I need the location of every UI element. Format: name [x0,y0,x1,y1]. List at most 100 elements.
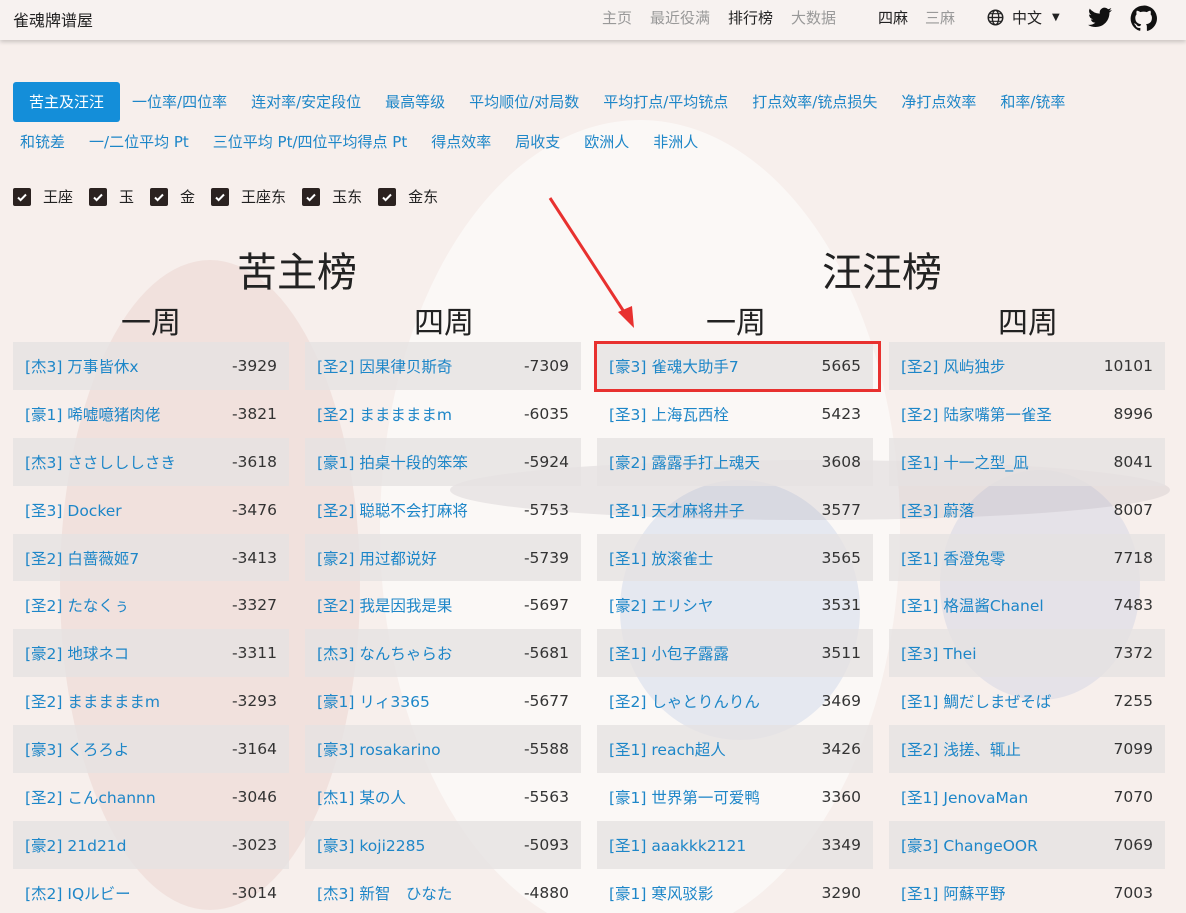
tab-win-efficiency-loss[interactable]: 打点效率/铳点损失 [740,82,889,122]
mode-switch: 四麻 三麻 [878,7,972,28]
player-name-link[interactable]: [圣2] まままままm [317,403,452,425]
tab-rentai-stable-rank[interactable]: 连对率/安定段位 [239,82,373,122]
tab-win-deal-in-rate[interactable]: 和率/铳率 [988,82,1077,122]
player-name-link[interactable]: [圣1] 阿蘇平野 [901,882,1005,904]
player-name-link[interactable]: [豪1] 世界第一可爱鸭 [609,786,760,808]
player-name-link[interactable]: [豪2] エリシヤ [609,594,713,616]
list-item: [圣2] 风屿独步 10101 [889,342,1165,390]
tab-score-efficiency[interactable]: 得点效率 [419,122,503,162]
player-name-link[interactable]: [豪1] 唏嘘噫猪肉佬 [25,403,160,425]
checkbox-checked-icon[interactable] [13,187,31,206]
player-name-link[interactable]: [圣1] aaakkk2121 [609,834,746,856]
player-name-link[interactable]: [杰1] 某の人 [317,786,406,808]
player-name-link[interactable]: [圣2] 聪聪不会打麻将 [317,499,468,521]
player-name-link[interactable]: [豪2] 21d21d [25,834,127,856]
tab-unlucky-players[interactable]: 非洲人 [641,122,710,162]
checkbox-checked-icon[interactable] [378,187,397,206]
list-item: [豪2] 地球ネコ -3311 [13,629,289,678]
player-name-link[interactable]: [圣2] 陆家嘴第一雀圣 [901,403,1052,425]
twitter-icon[interactable] [1087,5,1113,31]
tab-kuzhu-wangwang[interactable]: 苦主及汪汪 [13,82,121,122]
player-name-link[interactable]: [圣1] 放滚雀士 [609,547,713,569]
nav-big-data[interactable]: 大数据 [791,7,836,28]
player-name-link[interactable]: [圣2] 浅搓、辄止 [901,738,1021,760]
player-name-link[interactable]: [圣2] しゃとりんりん [609,690,760,712]
player-name-link[interactable]: [圣1] 香澄兔零 [901,547,1005,569]
kuzhu-week4-title: 四周 [414,306,474,341]
player-name-link[interactable]: [圣2] まままままm [25,690,160,712]
player-name-link[interactable]: [豪3] ChangeOOR [901,834,1038,856]
player-name-link[interactable]: [圣2] 白蔷薇姬7 [25,547,139,569]
player-name-link[interactable]: [杰3] 万事皆休x [25,355,139,377]
filter-throne-east[interactable]: 王座东 [211,186,286,207]
wangwang-week4-title: 四周 [998,306,1058,341]
mode-three-player[interactable]: 三麻 [925,7,955,28]
nav-leaderboard[interactable]: 排行榜 [728,7,773,28]
filter-gold[interactable]: 金 [150,186,195,207]
player-name-link[interactable]: [圣3] Docker [25,499,122,521]
mode-four-player[interactable]: 四麻 [878,7,908,28]
list-item: [圣1] JenovaMan 7070 [889,773,1165,821]
tab-first-second-avg-pt[interactable]: 一/二位平均 Pt [77,122,201,162]
filter-gold-east[interactable]: 金东 [378,186,438,207]
player-name-link[interactable]: [豪2] 露露手打上魂天 [609,451,760,473]
player-name-link[interactable]: [圣1] 小包子露露 [609,642,729,664]
player-name-link[interactable]: [杰3] ささしししさき [25,451,176,473]
player-name-link[interactable]: [圣2] 我是因我是果 [317,594,452,616]
player-name-link[interactable]: [圣2] 因果律贝斯奇 [317,355,452,377]
tab-lucky-players[interactable]: 欧洲人 [572,122,641,162]
tab-avg-rank-games[interactable]: 平均顺位/对局数 [457,82,591,122]
filter-jade-east[interactable]: 玉东 [302,186,362,207]
language-selector[interactable]: 中文 ▼ [987,7,1060,28]
site-brand[interactable]: 雀魂牌谱屋 [13,7,93,31]
player-name-link[interactable]: [圣1] 格温酱Chanel [901,594,1044,616]
player-name-link[interactable]: [圣3] 蔚落 [901,499,974,521]
player-name-link[interactable]: [豪1] 寒风驳影 [609,882,713,904]
player-score: 3577 [821,500,861,519]
list-item: [豪2] 21d21d -3023 [13,820,289,869]
player-name-link[interactable]: [圣1] JenovaMan [901,786,1028,808]
player-name-link[interactable]: [圣1] 鯛だしまぜそば [901,690,1051,712]
nav-home[interactable]: 主页 [602,7,632,28]
player-name-link[interactable]: [豪3] rosakarino [317,738,441,760]
player-name-link[interactable]: [圣3] 上海瓦西栓 [609,403,729,425]
player-name-link[interactable]: [豪1] 拍桌十段的笨笨 [317,451,468,473]
tab-avg-win-deal-in[interactable]: 平均打点/平均铳点 [591,82,740,122]
tab-max-level[interactable]: 最高等级 [373,82,457,122]
tab-round-balance[interactable]: 局收支 [503,122,572,162]
tab-third-fourth-avg-pt[interactable]: 三位平均 Pt/四位平均得点 Pt [201,122,419,162]
checkbox-checked-icon[interactable] [150,187,169,206]
checkbox-checked-icon[interactable] [211,187,230,206]
player-score: -4880 [523,883,569,902]
checkbox-checked-icon[interactable] [302,187,321,206]
github-icon[interactable] [1130,5,1157,32]
player-name-link[interactable]: [杰2] IQルビー [25,882,131,904]
player-name-link[interactable]: [圣1] reach超人 [609,738,726,760]
tab-first-fourth-rate[interactable]: 一位率/四位率 [120,82,239,122]
player-score: -5739 [523,548,569,567]
tab-net-efficiency[interactable]: 净打点效率 [889,82,988,122]
player-name-link[interactable]: [杰3] 新智 ひなた [317,882,452,904]
player-name-link[interactable]: [豪1] リィ3365 [317,690,430,712]
player-name-link[interactable]: [圣1] 十一之型_凪 [901,451,1029,473]
player-name-link[interactable]: [豪2] 用过都说好 [317,547,437,569]
tab-win-deal-diff[interactable]: 和铳差 [13,122,77,162]
player-name-link[interactable]: [圣2] 风屿独步 [901,355,1005,377]
player-name-link[interactable]: [豪3] くろろよ [25,738,129,760]
wangwang-board-title: 汪汪榜 [822,250,942,296]
filter-throne[interactable]: 王座 [13,186,73,207]
player-name-link[interactable]: [豪2] 地球ネコ [25,642,129,664]
checkbox-checked-icon[interactable] [89,187,108,206]
player-name-link[interactable]: [圣3] Thei [901,642,977,664]
player-name-link[interactable]: [圣2] こんchannn [25,786,156,808]
filter-jade[interactable]: 玉 [89,186,134,207]
player-name-link[interactable]: [圣1] 天才麻将井子 [609,499,744,521]
player-score: -5681 [523,644,569,663]
list-item: [圣2] たなくぅ -3327 [13,581,289,629]
player-name-link[interactable]: [豪3] koji2285 [317,834,425,856]
player-score: -5753 [523,500,569,519]
player-name-link[interactable]: [杰3] なんちゃらお [317,642,452,664]
player-name-link[interactable]: [圣2] たなくぅ [25,594,129,616]
nav-recent-yakuman[interactable]: 最近役满 [650,7,710,28]
kuzhu-week1-title: 一周 [121,306,181,341]
